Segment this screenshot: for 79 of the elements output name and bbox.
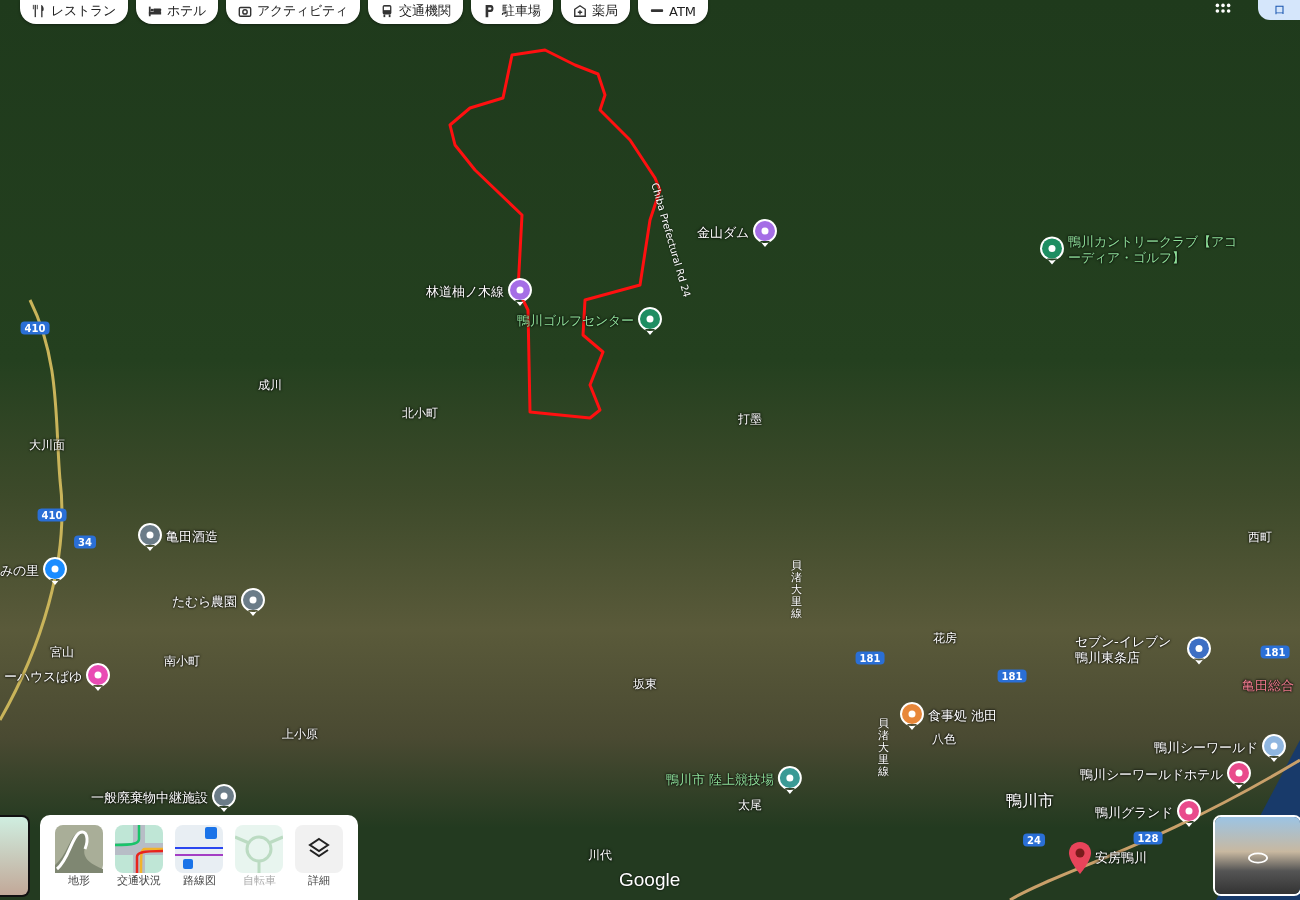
place-name: 花房	[933, 629, 957, 647]
place-pin-icon[interactable]	[1176, 798, 1202, 828]
place-name: 八色	[932, 730, 956, 748]
place-name[interactable]: 鴨川グランド	[1095, 805, 1173, 821]
category-chip[interactable]: 駐車場	[471, 0, 553, 24]
traffic-icon	[115, 825, 163, 873]
place-name[interactable]: セブン-イレブン鴨川東条店	[1075, 634, 1183, 666]
place-name: 打墨	[738, 410, 762, 428]
place-pin-icon[interactable]	[1226, 760, 1252, 790]
terrain-icon	[55, 825, 103, 873]
map-type-thumbnail[interactable]	[0, 815, 30, 897]
road-name: 貝渚大里線	[877, 717, 889, 779]
road-number-sign: 410	[37, 508, 67, 522]
place-pin-icon[interactable]	[85, 662, 111, 692]
camera-icon	[238, 4, 252, 18]
place-pin-icon[interactable]	[637, 306, 663, 336]
city-name: 鴨川市	[1006, 790, 1054, 812]
place-name: 宮山	[50, 643, 74, 661]
place-name: 太尾	[738, 796, 762, 814]
place-name: 坂東	[633, 675, 657, 693]
place-pin-icon[interactable]	[1186, 635, 1212, 665]
layer-option[interactable]: 路線図	[175, 825, 223, 900]
bicycle-icon	[235, 825, 283, 873]
place-name[interactable]: 鴨川市 陸上競技場	[665, 772, 774, 788]
road-number-sign: 181	[855, 651, 885, 665]
category-chip[interactable]: 薬局	[561, 0, 630, 24]
place-pin-icon[interactable]	[1039, 235, 1065, 265]
place-pin-icon[interactable]	[240, 587, 266, 617]
road-number-sign: 181	[997, 669, 1027, 683]
place-name[interactable]: たむら農園	[172, 594, 237, 610]
layer-option[interactable]: 地形	[55, 825, 103, 900]
place-name[interactable]: 金山ダム	[697, 225, 749, 241]
place-pin-icon[interactable]	[899, 701, 925, 731]
place-name: 上小原	[282, 725, 318, 743]
train-icon	[380, 4, 394, 18]
fork-knife-icon	[32, 4, 46, 18]
pharmacy-icon	[573, 4, 587, 18]
road-name: 貝渚大里線	[790, 559, 802, 621]
place-name[interactable]: 食事処 池田	[928, 708, 998, 724]
road-number-sign: 181	[1260, 645, 1290, 659]
category-chip[interactable]: ホテル	[136, 0, 218, 24]
rotate-icon	[1247, 851, 1269, 865]
location-pin-icon[interactable]	[1068, 841, 1092, 875]
place-name: 北小町	[402, 404, 438, 422]
place-pin-icon[interactable]	[777, 765, 803, 795]
place-pin-icon[interactable]	[42, 556, 68, 586]
place-name: 成川	[258, 376, 282, 394]
place-name[interactable]: 鴨川カントリークラブ【アコーディア・ゴルフ】	[1068, 234, 1248, 266]
category-chip[interactable]: 交通機関	[368, 0, 463, 24]
place-name[interactable]: みの里	[0, 563, 39, 579]
layer-option[interactable]: 詳細	[295, 825, 343, 900]
place-name[interactable]: 亀田酒造	[166, 529, 218, 545]
place-name[interactable]: 鴨川シーワールドホテル	[1080, 767, 1223, 783]
place-pin-icon[interactable]	[507, 277, 533, 307]
category-chip[interactable]: ATM	[638, 0, 709, 24]
place-pin-icon[interactable]	[211, 783, 237, 813]
google-logo: Google	[619, 869, 681, 891]
place-name: 西町	[1248, 528, 1272, 546]
bed-icon	[148, 4, 162, 18]
place-pin-icon[interactable]	[137, 522, 163, 552]
place-name: 川代	[588, 846, 612, 864]
layer-option[interactable]: 交通状況	[115, 825, 163, 900]
road-number-sign: 34	[74, 535, 96, 549]
place-pin-icon[interactable]	[1261, 733, 1287, 763]
place-name[interactable]: 一般廃棄物中継施設	[91, 790, 208, 806]
place-pin-icon[interactable]	[752, 218, 778, 248]
category-chip[interactable]: アクティビティ	[226, 0, 360, 24]
category-chip[interactable]: レストラン	[20, 0, 128, 24]
road-number-sign: 24	[1023, 833, 1045, 847]
transit-icon	[175, 825, 223, 873]
layers-icon	[295, 825, 343, 873]
place-name: 南小町	[164, 652, 200, 670]
sign-in-button[interactable]: ロ	[1258, 0, 1300, 20]
road-number-sign: 128	[1133, 831, 1163, 845]
place-name: 亀田総合	[1242, 677, 1294, 695]
place-name[interactable]: 鴨川シーワールド	[1154, 740, 1258, 756]
satellite-map[interactable]	[0, 0, 1300, 900]
place-name[interactable]: 林道柚ノ木線	[426, 284, 504, 300]
road-number-sign: 410	[20, 321, 50, 335]
